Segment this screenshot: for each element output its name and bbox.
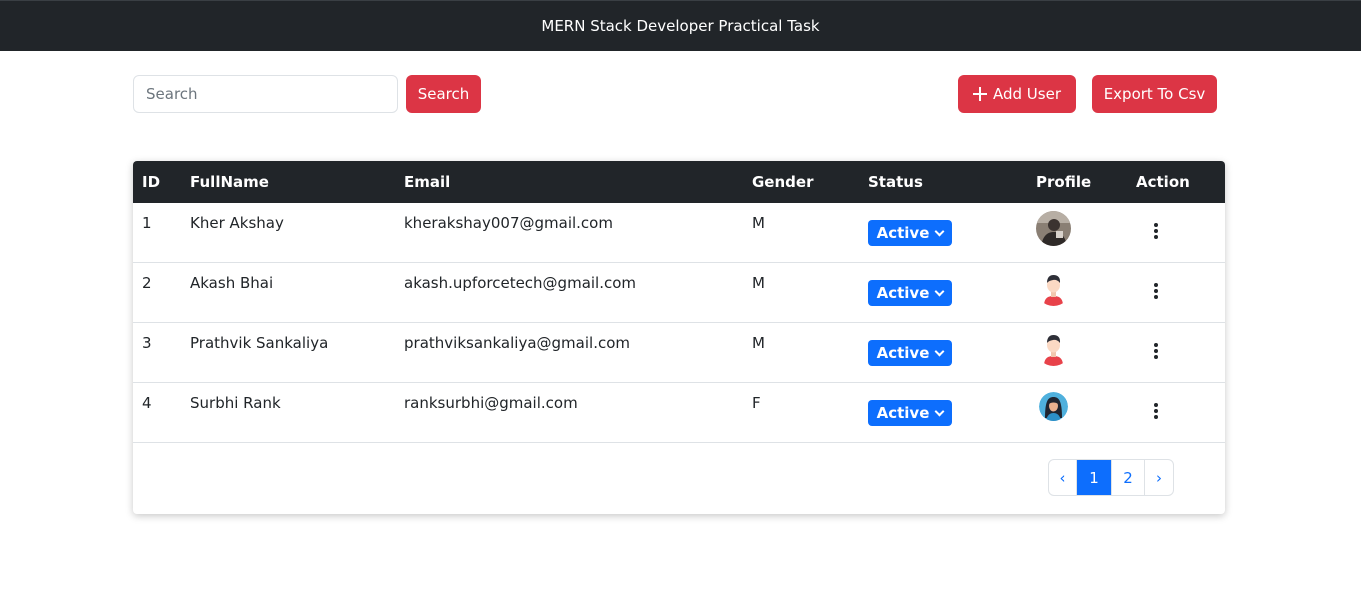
status-label: Active xyxy=(876,284,930,302)
export-csv-button[interactable]: Export To Csv xyxy=(1092,75,1217,113)
status-label: Active xyxy=(876,344,930,362)
pagination-page-1[interactable]: 1 xyxy=(1077,460,1112,495)
status-dropdown[interactable]: Active xyxy=(868,280,952,306)
header-email: Email xyxy=(404,173,451,191)
cell-id: 4 xyxy=(142,394,152,412)
status-dropdown[interactable]: Active xyxy=(868,340,952,366)
search-button[interactable]: Search xyxy=(406,75,481,113)
cell-id: 3 xyxy=(142,334,152,352)
cell-fullname: Prathvik Sankaliya xyxy=(190,334,329,352)
cell-email: ranksurbhi@gmail.com xyxy=(404,394,578,412)
more-actions-icon[interactable] xyxy=(1151,343,1161,359)
chevron-down-icon xyxy=(934,406,945,417)
cell-email: kherakshay007@gmail.com xyxy=(404,214,613,232)
status-label: Active xyxy=(876,404,930,422)
chevron-down-icon xyxy=(934,226,945,237)
cell-id: 2 xyxy=(142,274,152,292)
table-row: 2 Akash Bhai akash.upforcetech@gmail.com… xyxy=(133,263,1225,323)
cell-email: akash.upforcetech@gmail.com xyxy=(404,274,637,292)
users-table-card: ID FullName Email Gender Status Profile … xyxy=(133,161,1225,514)
cell-fullname: Surbhi Rank xyxy=(190,394,281,412)
table-header: ID FullName Email Gender Status Profile … xyxy=(133,161,1225,203)
cell-fullname: Kher Akshay xyxy=(190,214,284,232)
pagination: ‹ 1 2 › xyxy=(1048,459,1174,496)
table-row: 3 Prathvik Sankaliya prathviksankaliya@g… xyxy=(133,323,1225,383)
add-user-label: Add User xyxy=(993,85,1061,103)
cell-gender: M xyxy=(752,274,765,292)
pagination-prev[interactable]: ‹ xyxy=(1049,460,1077,495)
status-dropdown[interactable]: Active xyxy=(868,220,952,246)
plus-icon xyxy=(973,87,987,101)
search-button-label: Search xyxy=(417,85,470,103)
more-actions-icon[interactable] xyxy=(1151,223,1161,239)
export-csv-label: Export To Csv xyxy=(1103,85,1206,103)
status-dropdown[interactable]: Active xyxy=(868,400,952,426)
more-actions-icon[interactable] xyxy=(1151,403,1161,419)
chevron-down-icon xyxy=(934,286,945,297)
male-avatar xyxy=(1036,271,1071,306)
app-title: MERN Stack Developer Practical Task xyxy=(541,17,820,35)
cell-email: prathviksankaliya@gmail.com xyxy=(404,334,630,352)
chevron-down-icon xyxy=(934,346,945,357)
female-avatar xyxy=(1039,392,1068,421)
cell-gender: M xyxy=(752,214,765,232)
navbar: MERN Stack Developer Practical Task xyxy=(0,0,1361,51)
header-status: Status xyxy=(868,173,923,191)
header-action: Action xyxy=(1136,173,1190,191)
header-fullname: FullName xyxy=(190,173,269,191)
cell-id: 1 xyxy=(142,214,152,232)
pagination-page-2[interactable]: 2 xyxy=(1112,460,1145,495)
search-input[interactable] xyxy=(133,75,398,113)
male-avatar xyxy=(1036,331,1071,366)
header-profile: Profile xyxy=(1036,173,1092,191)
pagination-next[interactable]: › xyxy=(1145,460,1173,495)
table-row: 1 Kher Akshay kherakshay007@gmail.com M … xyxy=(133,203,1225,263)
table-row: 4 Surbhi Rank ranksurbhi@gmail.com F Act… xyxy=(133,383,1225,443)
header-gender: Gender xyxy=(752,173,814,191)
cell-fullname: Akash Bhai xyxy=(190,274,274,292)
status-label: Active xyxy=(876,224,930,242)
photo-avatar xyxy=(1036,211,1071,246)
cell-gender: F xyxy=(752,394,761,412)
more-actions-icon[interactable] xyxy=(1151,283,1161,299)
header-id: ID xyxy=(142,173,161,191)
cell-gender: M xyxy=(752,334,765,352)
add-user-button[interactable]: Add User xyxy=(958,75,1076,113)
